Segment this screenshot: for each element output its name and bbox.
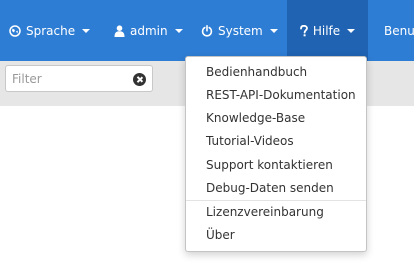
menu-item-contact-support[interactable]: Support kontaktieren — [206, 158, 333, 173]
nav-user[interactable]: admin — [114, 0, 183, 61]
menu-item-about[interactable]: Über — [206, 228, 235, 243]
user-icon — [114, 24, 125, 37]
top-navbar: Sprache admin System Hilfe Benut — [0, 0, 414, 61]
globe-icon — [9, 24, 21, 37]
caret-down-icon — [347, 28, 356, 33]
caret-down-icon — [82, 28, 91, 33]
question-icon — [299, 24, 308, 36]
nav-users-truncated[interactable]: Benut — [384, 0, 414, 61]
nav-users-label: Benut — [384, 23, 414, 38]
filter-field — [5, 65, 153, 92]
nav-help-label: Hilfe — [312, 23, 341, 38]
help-dropdown-menu: Bedienhandbuch REST-API-Dokumentation Kn… — [185, 56, 367, 252]
caret-down-icon — [174, 28, 183, 33]
clear-icon[interactable] — [133, 73, 146, 86]
nav-language[interactable]: Sprache — [9, 0, 91, 61]
power-icon — [201, 24, 213, 37]
menu-item-rest-api-docs[interactable]: REST-API-Dokumentation — [206, 88, 356, 103]
nav-help[interactable]: Hilfe — [287, 0, 368, 61]
menu-item-knowledge-base[interactable]: Knowledge-Base — [206, 111, 305, 126]
menu-item-manual[interactable]: Bedienhandbuch — [206, 65, 307, 80]
menu-item-license[interactable]: Lizenzvereinbarung — [206, 205, 324, 220]
menu-item-send-debug-data[interactable]: Debug-Daten senden — [206, 181, 334, 196]
nav-system[interactable]: System — [201, 0, 278, 61]
caret-down-icon — [269, 28, 278, 33]
nav-user-label: admin — [130, 23, 168, 38]
nav-language-label: Sprache — [26, 23, 76, 38]
menu-divider — [186, 200, 366, 201]
menu-item-tutorial-videos[interactable]: Tutorial-Videos — [206, 134, 294, 149]
filter-input[interactable] — [6, 66, 132, 91]
nav-system-label: System — [218, 23, 263, 38]
